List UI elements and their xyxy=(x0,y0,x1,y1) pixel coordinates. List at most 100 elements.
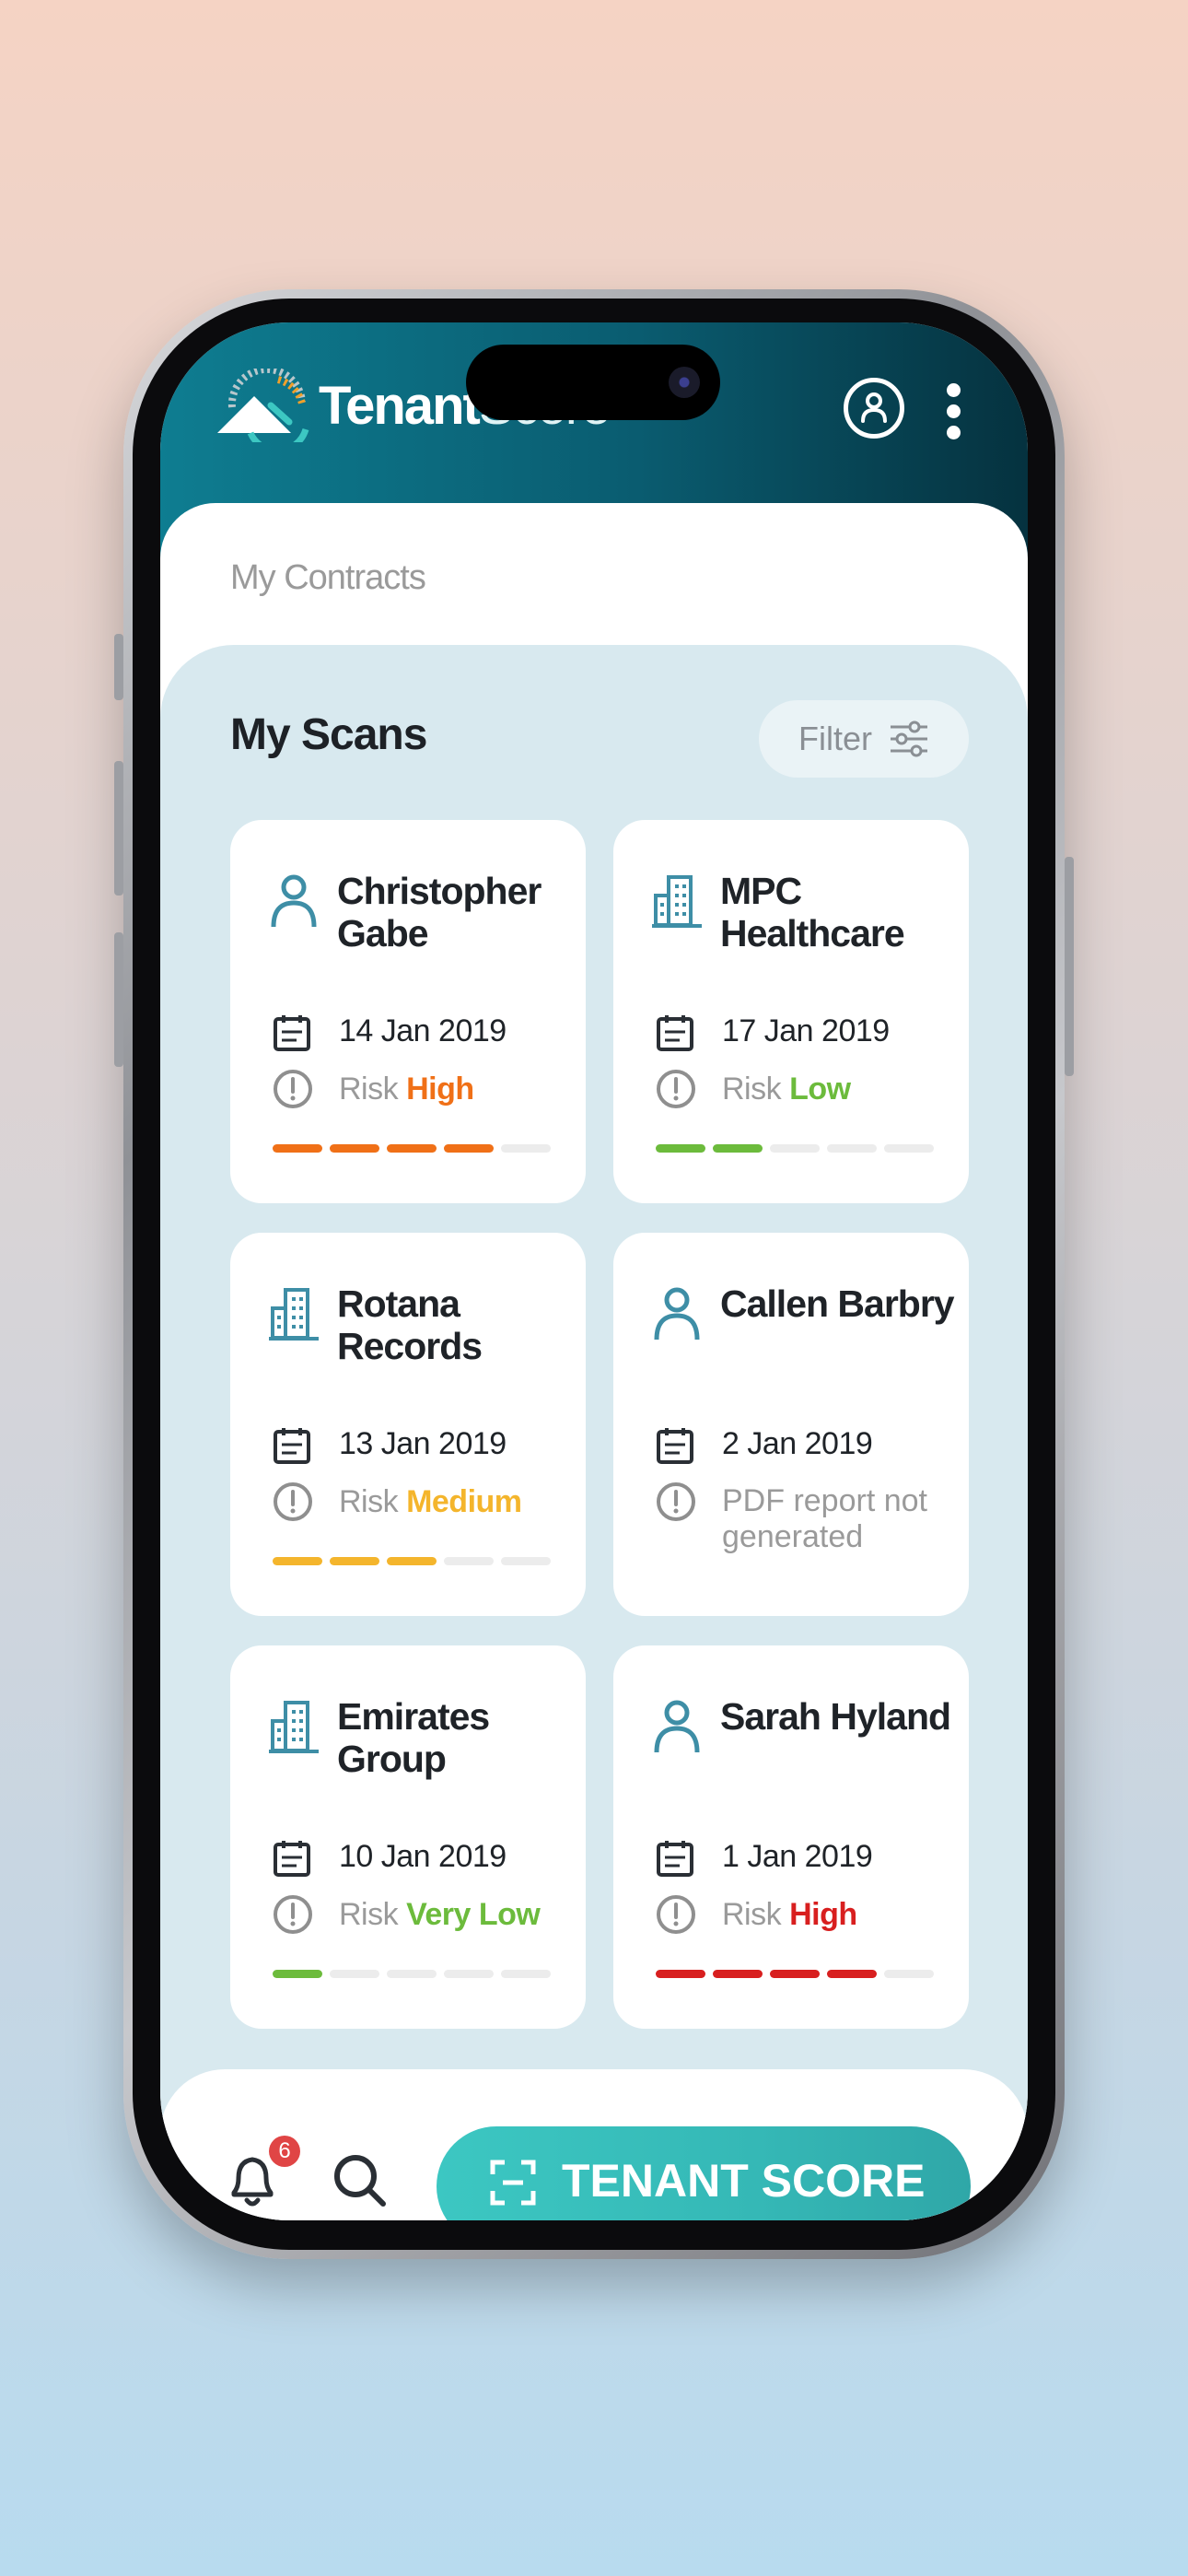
scan-frame-icon xyxy=(490,2160,536,2206)
scan-card[interactable]: Emirates Group 10 Jan 2019 Risk Very Low xyxy=(230,1645,586,2029)
scan-date: 13 Jan 2019 xyxy=(339,1426,507,1461)
risk-segment xyxy=(501,1970,551,1978)
scan-date: 14 Jan 2019 xyxy=(339,1013,507,1048)
risk-segment xyxy=(330,1144,379,1153)
risk-level: Medium xyxy=(406,1484,522,1519)
filter-button[interactable]: Filter xyxy=(759,700,969,778)
action-button xyxy=(114,634,123,700)
risk-text: Risk Medium xyxy=(339,1484,522,1519)
scan-card[interactable]: Sarah Hyland 1 Jan 2019 Risk High xyxy=(613,1645,969,2029)
risk-meter xyxy=(273,1557,551,1565)
risk-segment xyxy=(827,1970,877,1978)
tenant-name: Emirates Group xyxy=(337,1695,490,1780)
risk-level: Very Low xyxy=(406,1897,541,1932)
calendar-icon xyxy=(657,1841,693,1877)
risk-segment xyxy=(656,1970,705,1978)
my-contracts-tab[interactable]: My Contracts xyxy=(230,558,426,598)
risk-meter xyxy=(656,1144,934,1153)
calendar-icon xyxy=(657,1015,693,1051)
risk-segment xyxy=(444,1144,494,1153)
alert-circle-icon xyxy=(657,1070,695,1108)
risk-segment xyxy=(770,1970,820,1978)
person-icon xyxy=(654,1287,700,1341)
tenant-name: Rotana Records xyxy=(337,1282,483,1367)
calendar-icon xyxy=(274,1015,310,1051)
scan-card[interactable]: Christopher Gabe 14 Jan 2019 Risk High xyxy=(230,820,586,1203)
calendar-icon xyxy=(274,1841,310,1877)
tenant-name: MPC Healthcare xyxy=(720,870,905,954)
risk-segment xyxy=(770,1144,820,1153)
scan-date: 17 Jan 2019 xyxy=(722,1013,890,1048)
report-status-note: PDF report not generated xyxy=(722,1483,927,1554)
app-screen: TenantScore My Contracts My Scans Filter xyxy=(160,322,1028,2220)
risk-segment xyxy=(884,1144,934,1153)
risk-segment xyxy=(273,1144,322,1153)
risk-meter xyxy=(273,1144,551,1153)
power-button xyxy=(1065,857,1074,1076)
building-icon xyxy=(269,1288,319,1341)
search-icon[interactable] xyxy=(330,2150,390,2211)
risk-segment xyxy=(656,1144,705,1153)
calendar-icon xyxy=(657,1428,693,1464)
scan-date: 1 Jan 2019 xyxy=(722,1839,873,1874)
risk-text: Risk High xyxy=(339,1071,474,1107)
filter-label: Filter xyxy=(798,720,872,757)
scan-card[interactable]: MPC Healthcare 17 Jan 2019 Risk Low xyxy=(613,820,969,1203)
my-scans-title: My Scans xyxy=(230,710,427,759)
calendar-icon xyxy=(274,1428,310,1464)
risk-segment xyxy=(713,1970,763,1978)
risk-level: Low xyxy=(789,1071,851,1107)
user-icon xyxy=(861,392,887,423)
sliders-icon xyxy=(891,720,927,757)
risk-segment xyxy=(387,1144,437,1153)
risk-segment xyxy=(330,1970,379,1978)
alert-circle-icon xyxy=(274,1482,312,1521)
risk-segment xyxy=(827,1144,877,1153)
risk-segment xyxy=(273,1970,322,1978)
building-icon xyxy=(269,1701,319,1753)
risk-level: High xyxy=(789,1897,857,1932)
risk-text: Risk High xyxy=(722,1897,857,1932)
risk-segment xyxy=(501,1557,551,1565)
risk-text: Risk Low xyxy=(722,1071,851,1107)
profile-button[interactable] xyxy=(844,378,904,439)
dot xyxy=(947,383,961,397)
risk-meter xyxy=(273,1970,551,1978)
scan-date: 10 Jan 2019 xyxy=(339,1839,507,1874)
camera-icon xyxy=(669,367,700,398)
scan-card[interactable]: Callen Barbry 2 Jan 2019 PDF report not … xyxy=(613,1233,969,1616)
person-icon xyxy=(271,874,317,928)
alert-circle-icon xyxy=(657,1895,695,1934)
scan-date: 2 Jan 2019 xyxy=(722,1426,873,1461)
scan-card[interactable]: Rotana Records 13 Jan 2019 Risk Medium xyxy=(230,1233,586,1616)
volume-down-button xyxy=(114,932,123,1067)
volume-up-button xyxy=(114,761,123,896)
building-icon xyxy=(652,875,702,928)
tenant-score-button[interactable]: TENANT SCORE xyxy=(437,2126,971,2220)
risk-segment xyxy=(387,1970,437,1978)
tenant-name: Callen Barbry xyxy=(720,1282,955,1325)
risk-meter xyxy=(656,1970,934,1978)
person-icon xyxy=(654,1700,700,1753)
house-gauge-logo-icon xyxy=(217,369,309,442)
risk-segment xyxy=(273,1557,322,1565)
more-menu-button[interactable] xyxy=(945,383,963,442)
risk-segment xyxy=(387,1557,437,1565)
alert-circle-icon xyxy=(274,1895,312,1934)
alert-circle-icon xyxy=(657,1482,695,1521)
tenant-name: Christopher Gabe xyxy=(337,870,542,954)
risk-segment xyxy=(501,1144,551,1153)
notification-badge: 6 xyxy=(269,2136,300,2167)
tenant-score-label: TENANT SCORE xyxy=(562,2155,926,2207)
dynamic-island xyxy=(466,345,720,420)
risk-segment xyxy=(884,1970,934,1978)
dot xyxy=(947,404,961,418)
risk-level: High xyxy=(406,1071,474,1107)
dot xyxy=(947,426,961,439)
risk-segment xyxy=(444,1557,494,1565)
tenant-name: Sarah Hyland xyxy=(720,1695,951,1738)
alert-circle-icon xyxy=(274,1070,312,1108)
risk-segment xyxy=(330,1557,379,1565)
risk-text: Risk Very Low xyxy=(339,1897,541,1932)
risk-segment xyxy=(444,1970,494,1978)
